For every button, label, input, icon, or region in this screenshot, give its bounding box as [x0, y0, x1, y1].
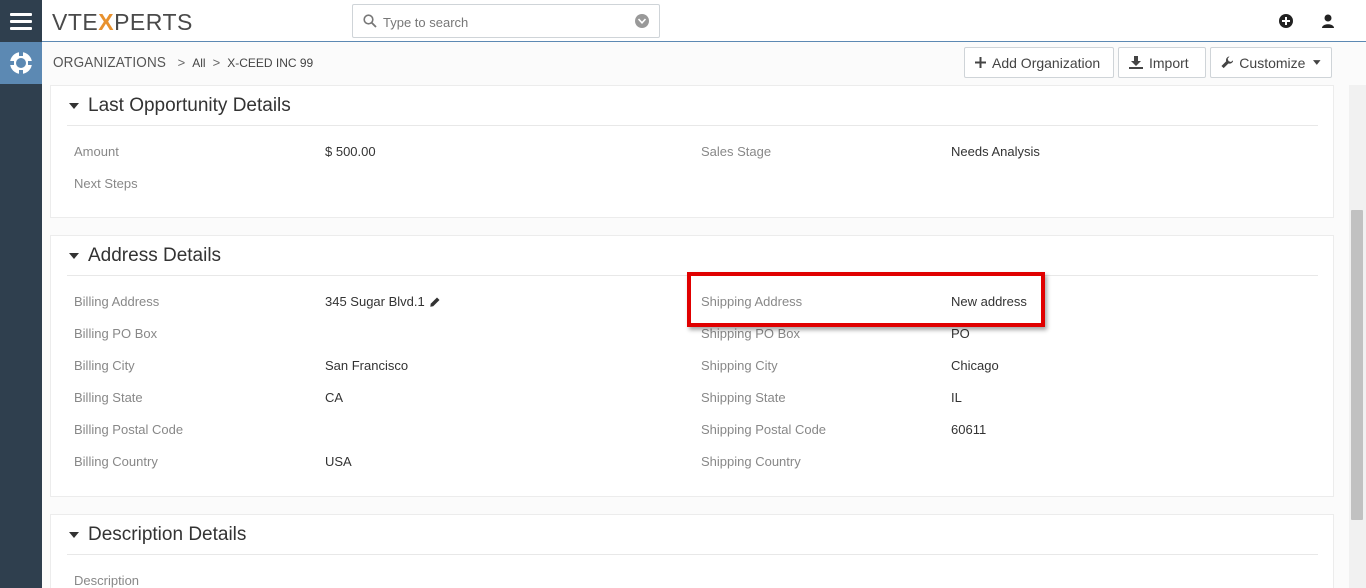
field-label-billing-po-box: Billing PO Box: [74, 326, 158, 341]
plus-circle-icon[interactable]: [1278, 13, 1294, 29]
module-button[interactable]: [0, 42, 42, 84]
top-bar: VTEXPERTS: [42, 0, 1366, 42]
field-value-billing-address[interactable]: 345 Sugar Blvd.1: [325, 294, 425, 309]
field-value-shipping-state[interactable]: IL: [951, 390, 962, 405]
global-search: [352, 4, 660, 38]
field-value-shipping-address[interactable]: New address: [951, 294, 1027, 309]
lifebuoy-icon: [9, 51, 33, 75]
field-value-billing-state[interactable]: CA: [325, 390, 343, 405]
breadcrumb-filter[interactable]: All: [192, 56, 205, 70]
caret-down-icon: [69, 531, 79, 538]
left-rail: [0, 0, 42, 588]
field-label-shipping-address: Shipping Address: [701, 294, 803, 309]
field-label-shipping-country: Shipping Country: [701, 454, 801, 469]
address-details-header[interactable]: Address Details: [67, 236, 1318, 276]
user-icon[interactable]: [1320, 13, 1336, 29]
field-label-billing-country: Billing Country: [74, 454, 158, 469]
field-value-billing-city[interactable]: San Francisco: [325, 358, 408, 373]
field-value-amount[interactable]: $ 500.00: [325, 144, 376, 159]
import-button[interactable]: Import: [1118, 47, 1206, 78]
search-icon: [363, 14, 377, 28]
field-label-next-steps: Next Steps: [74, 176, 138, 191]
caret-down-icon: [69, 102, 79, 109]
breadcrumb-separator: >: [177, 55, 186, 70]
scrollbar-thumb[interactable]: [1351, 210, 1363, 520]
plus-icon: [975, 57, 986, 68]
description-details-panel: Description Details Description: [50, 514, 1334, 588]
field-value-shipping-postal-code[interactable]: 60611: [951, 422, 986, 437]
description-details-header[interactable]: Description Details: [67, 515, 1318, 555]
field-value-sales-stage[interactable]: Needs Analysis: [951, 144, 1040, 159]
field-label-billing-address: Billing Address: [74, 294, 160, 309]
field-label-amount: Amount: [74, 144, 119, 159]
field-label-billing-city: Billing City: [74, 358, 135, 373]
import-label: Import: [1149, 54, 1189, 71]
hamburger-icon: [10, 12, 32, 30]
breadcrumb-separator: >: [212, 55, 221, 70]
field-value-shipping-po-box[interactable]: PO: [951, 326, 970, 341]
section-title: Address Details: [88, 244, 222, 266]
section-title: Last Opportunity Details: [88, 94, 291, 116]
field-label-description: Description: [74, 573, 140, 588]
field-label-billing-postal-code: Billing Postal Code: [74, 422, 184, 437]
field-label-sales-stage: Sales Stage: [701, 144, 772, 159]
address-details-panel: Address Details Billing Address 345 Suga…: [50, 235, 1334, 497]
menu-button[interactable]: [0, 0, 42, 42]
customize-button[interactable]: Customize: [1210, 47, 1332, 78]
chevron-down-circle-icon[interactable]: [635, 14, 649, 28]
field-label-shipping-po-box: Shipping PO Box: [701, 326, 801, 341]
last-opportunity-panel: Last Opportunity Details Amount $ 500.00…: [50, 85, 1334, 218]
field-value-shipping-city[interactable]: Chicago: [951, 358, 999, 373]
field-label-shipping-postal-code: Shipping Postal Code: [701, 422, 827, 437]
page-scrollbar[interactable]: [1349, 85, 1366, 588]
brand-logo[interactable]: VTEXPERTS: [52, 9, 193, 36]
search-input[interactable]: [383, 13, 623, 31]
breadcrumb-module[interactable]: ORGANIZATIONS: [53, 54, 166, 71]
section-title: Description Details: [88, 523, 247, 545]
add-organization-button[interactable]: Add Organization: [964, 47, 1114, 78]
logo-suffix: PERTS: [114, 9, 193, 35]
last-opportunity-header[interactable]: Last Opportunity Details: [67, 86, 1318, 126]
field-label-billing-state: Billing State: [74, 390, 143, 405]
field-label-shipping-city: Shipping City: [701, 358, 778, 373]
caret-down-icon: [1313, 60, 1321, 65]
import-icon: [1129, 56, 1143, 69]
customize-label: Customize: [1239, 54, 1306, 71]
caret-down-icon: [69, 252, 79, 259]
breadcrumb-record: X-CEED INC 99: [227, 55, 314, 70]
sub-header: ORGANIZATIONS > All > X-CEED INC 99 Add …: [42, 43, 1366, 85]
field-label-shipping-state: Shipping State: [701, 390, 786, 405]
breadcrumb: ORGANIZATIONS > All > X-CEED INC 99: [53, 54, 313, 71]
wrench-icon: [1221, 56, 1234, 69]
logo-x: X: [98, 9, 115, 35]
logo-prefix: VTE: [52, 9, 99, 35]
field-value-billing-country[interactable]: USA: [325, 454, 352, 469]
pencil-icon[interactable]: [430, 297, 440, 307]
add-organization-label: Add Organization: [992, 54, 1101, 71]
